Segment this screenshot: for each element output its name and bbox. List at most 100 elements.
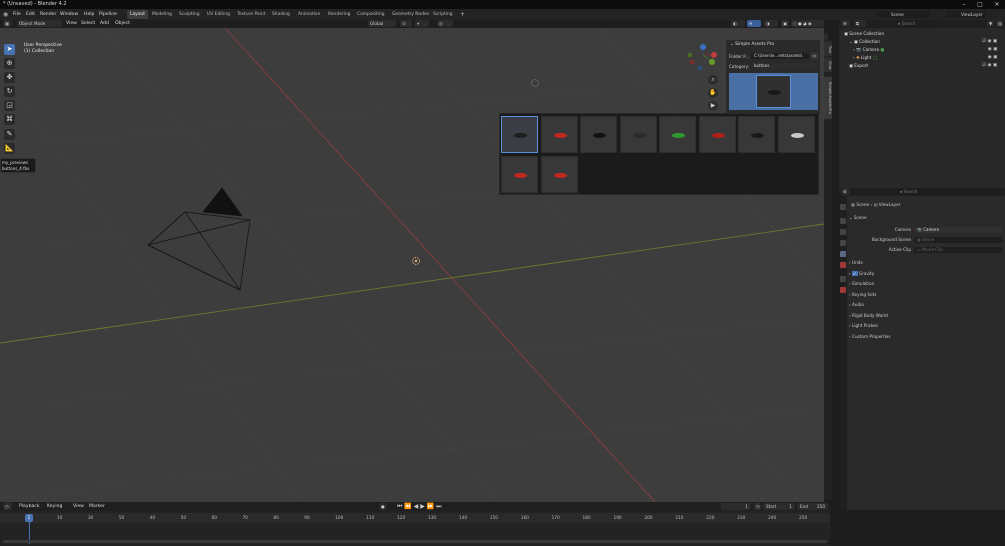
outliner-row[interactable]: ▣ Scene Collection [839,30,1005,38]
timeline-type-icon[interactable]: ◷ [3,503,12,510]
asset-thumbnail[interactable] [699,116,736,153]
playback-controls[interactable]: ⏮ ⏪ ◀ ▶ ⏩ ⏭ [397,502,442,511]
light-probes-panel-header[interactable]: › Light Probes [849,321,1003,330]
tab-view[interactable]: View [824,58,832,72]
select-tool-icon[interactable]: ➤ [4,44,15,55]
menu-help[interactable]: Help [84,9,94,20]
preview-selector[interactable] [729,73,818,110]
camera-object[interactable] [147,187,251,291]
menu-select[interactable]: Select [81,20,95,28]
xray-icon[interactable]: ▣ [781,20,789,27]
tab-uv-editing[interactable]: UV Editing [204,10,233,19]
record-icon[interactable]: ● [379,503,387,510]
clock-icon[interactable]: ◷ [754,503,761,510]
texture-props-icon[interactable] [840,287,846,293]
tab-shading[interactable]: Shading [269,10,293,19]
asset-thumbnail[interactable] [501,116,538,153]
proportional-edit-icon[interactable]: ◎ [437,20,453,27]
scale-tool-icon[interactable]: ◲ [4,100,15,111]
audio-panel-header[interactable]: › Audio [849,300,1003,309]
menu-playback[interactable]: Playback [19,502,40,511]
gizmo-toggle-icon[interactable]: ✥ [747,20,761,27]
tab-modeling[interactable]: Modeling [149,10,175,19]
visibility-toggles[interactable]: ☑ ◉ ▣ ◉ ▣ ◉ ▣ ☑ ◉ ▣ [982,38,1004,70]
menu-object[interactable]: Object [115,20,130,28]
menu-window[interactable]: Window [60,9,78,20]
scene-panel-header[interactable]: ⌄ Scene [849,213,1003,222]
blender-logo-icon[interactable]: ◉ [3,9,8,20]
custom-props-panel-header[interactable]: › Custom Properties [849,332,1003,341]
folder-browse-icon[interactable]: ▭ [811,53,818,59]
menu-pipeline[interactable]: Pipeline [99,9,117,20]
new-collection-icon[interactable]: ▤ [996,20,1003,27]
cursor-tool-icon[interactable]: ⊕ [4,58,15,69]
start-frame-field[interactable]: Start 1 [763,503,795,510]
pivot-icon[interactable]: ⊙ [400,20,412,27]
current-frame-field[interactable]: 1 [721,503,751,510]
menu-marker[interactable]: Marker [89,502,105,511]
menu-tl-view[interactable]: View [73,502,84,511]
menu-file[interactable]: File [13,9,21,20]
light-origin[interactable] [412,257,420,265]
panel-header[interactable]: ⌄ Simple Assets Pro [730,42,774,47]
tab-simple-assets-pro[interactable]: Simple Assets Pro [824,77,832,119]
close-icon[interactable]: ✕ [990,0,1004,9]
asset-thumbnail[interactable] [580,116,617,153]
tab-texture-paint[interactable]: Texture Paint [234,10,268,19]
mode-dropdown[interactable]: Object Mode [17,20,62,27]
transform-tool-icon[interactable]: ⌘ [4,114,15,125]
tool-props-icon[interactable] [840,204,846,210]
outliner-row[interactable]: › 📷 Camera ■ [839,46,1005,54]
menu-add[interactable]: Add [100,20,109,28]
keying-sets-panel-header[interactable]: › Keying Sets [849,290,1003,299]
navigation-gizmo[interactable] [687,44,717,71]
tab-compositing[interactable]: Compositing [354,10,388,19]
light-gizmo[interactable] [531,79,539,87]
overlay-toggle-icon[interactable]: ◑ [764,20,778,27]
asset-thumbnail[interactable] [620,116,657,153]
scene-selector[interactable]: Scene [876,11,930,18]
view-layer-props-icon[interactable] [840,240,846,246]
tab-geometry-nodes[interactable]: Geometry Nodes [389,10,432,19]
menu-render[interactable]: Render [40,9,56,20]
tab-animation[interactable]: Animation [295,10,323,19]
outliner-row[interactable]: ▣ Export [839,62,1005,70]
asset-thumbnail[interactable] [541,156,578,193]
asset-thumbnail[interactable] [659,116,696,153]
menu-view[interactable]: View [66,20,77,28]
camera-view-icon[interactable]: ▶ [708,101,718,111]
category-dropdown[interactable]: buttons [751,63,818,69]
filter-icon[interactable]: ▼ [987,20,994,27]
asset-thumbnail[interactable] [778,116,815,153]
tab-layout[interactable]: Layout [127,10,148,19]
annotate-tool-icon[interactable]: ✎ [4,129,15,140]
zoom-icon[interactable]: ⌕ [708,75,718,85]
world-props-icon[interactable] [840,262,846,268]
bg-scene-field[interactable]: ▦ Scene [914,237,1002,243]
asset-thumbnail[interactable] [541,116,578,153]
units-panel-header[interactable]: › Units [849,258,1003,267]
tab-rendering[interactable]: Rendering [325,10,353,19]
camera-field[interactable]: 📷 Camera [914,227,1002,233]
menu-edit[interactable]: Edit [26,9,35,20]
output-props-icon[interactable] [840,229,846,235]
viewlayer-selector[interactable]: ViewLayer [946,11,986,18]
scene-props-icon[interactable] [840,251,846,257]
outliner-row[interactable]: ⌄ ▣ Collection [839,38,1005,46]
timeline-scrollbar[interactable] [3,540,827,543]
folder-path-field[interactable]: C:\Users\e...ents\assets\ [751,53,809,59]
minimize-icon[interactable]: – [957,0,971,9]
properties-type-icon[interactable]: ⚙ [841,188,850,195]
move-tool-icon[interactable]: ✥ [4,72,15,83]
active-clip-field[interactable]: ▭ Movie Clip [914,247,1002,253]
tab-sculpting[interactable]: Sculpting [176,10,203,19]
gravity-panel-header[interactable]: › ✓ Gravity [849,269,1003,278]
orientation-dropdown[interactable]: Global [368,20,396,27]
tab-scripting[interactable]: Scripting [430,10,456,19]
shading-modes[interactable]: ○ ● ◕ ◉ [791,20,824,27]
3d-viewport[interactable]: User Perspective (1) Collection ➤ ⊕ ✥ ↻ … [0,28,824,502]
outliner-row[interactable]: › ✺ Light ◯ [839,54,1005,62]
display-mode-icon[interactable]: ⧉ [854,20,866,27]
snap-icon[interactable]: ⌖ [415,20,429,27]
simulation-panel-header[interactable]: › Simulation [849,279,1003,288]
